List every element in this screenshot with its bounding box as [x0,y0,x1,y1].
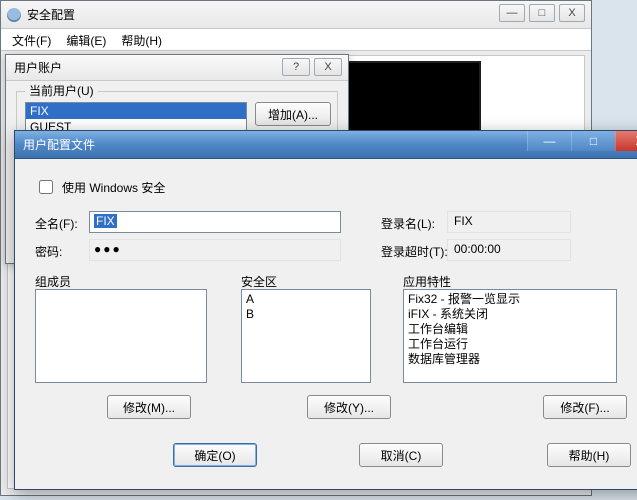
dialog-body: 使用 Windows 安全 全名(F): FIX 密码: ●●● 登录名(L):… [23,165,637,481]
minimize-button[interactable]: — [499,4,525,22]
cancel-button[interactable]: 取消(C) [359,443,443,467]
fullname-label: 全名(F): [35,215,78,232]
security-zone-listbox[interactable]: A B [241,289,371,383]
user-profile-dialog: 用户配置文件 — □ X 使用 Windows 安全 全名(F): FIX 密码… [14,130,637,490]
close-button[interactable]: X [615,131,637,151]
list-item[interactable]: iFIX - 系统关闭 [408,307,612,322]
close-button[interactable]: X [559,4,585,22]
list-item[interactable]: Fix32 - 报警一览显示 [408,292,612,307]
maximize-button[interactable]: □ [529,4,555,22]
app-features-label: 应用特性 [403,273,451,290]
fullname-field[interactable]: FIX [89,211,341,233]
login-name-label: 登录名(L): [381,215,435,232]
login-timeout-label: 登录超时(T): [381,243,448,260]
modify-features-button[interactable]: 修改(F)... [543,395,627,419]
fullname-value: FIX [94,214,117,228]
add-button[interactable]: 增加(A)... [255,102,331,126]
app-features-listbox[interactable]: Fix32 - 报警一览显示 iFIX - 系统关闭 工作台编辑 工作台运行 数… [403,289,617,383]
password-label: 密码: [35,243,62,260]
maximize-button[interactable]: □ [571,131,615,151]
menu-edit[interactable]: 编辑(E) [61,30,111,51]
list-item[interactable]: A [246,292,366,307]
window-title: 安全配置 [27,6,75,23]
titlebar[interactable]: 用户配置文件 — □ X [15,131,637,159]
ok-button[interactable]: 确定(O) [173,443,257,467]
close-button[interactable]: X [314,58,342,76]
login-timeout-field[interactable]: 00:00:00 [447,239,571,261]
modify-members-button[interactable]: 修改(M)... [107,395,191,419]
help-button[interactable]: ? [282,58,310,76]
login-name-field[interactable]: FIX [447,211,571,233]
menu-help[interactable]: 帮助(H) [116,30,167,51]
help-button[interactable]: 帮助(H) [547,443,631,467]
titlebar[interactable]: 用户账户 ? X [6,55,348,81]
dialog-title: 用户账户 [14,59,62,76]
minimize-button[interactable]: — [527,131,571,151]
dialog-title: 用户配置文件 [23,136,95,153]
menubar: 文件(F) 编辑(E) 帮助(H) [1,29,591,51]
list-item[interactable]: B [246,307,366,322]
security-zone-label: 安全区 [241,273,277,290]
modify-zone-button[interactable]: 修改(Y)... [307,395,391,419]
menu-file[interactable]: 文件(F) [7,30,56,51]
titlebar[interactable]: 安全配置 — □ X [1,1,591,29]
group-members-label: 组成员 [35,273,71,290]
password-field[interactable]: ●●● [89,239,341,261]
app-icon [7,8,21,22]
list-item[interactable]: FIX [26,103,246,119]
use-windows-security-label: 使用 Windows 安全 [62,179,165,196]
group-members-listbox[interactable] [35,289,207,383]
list-item[interactable]: 工作台编辑 [408,322,612,337]
list-item[interactable]: 数据库管理器 [408,352,612,367]
list-item[interactable]: 工作台运行 [408,337,612,352]
group-label: 当前用户(U) [25,82,98,99]
use-windows-security-checkbox[interactable] [39,180,53,194]
